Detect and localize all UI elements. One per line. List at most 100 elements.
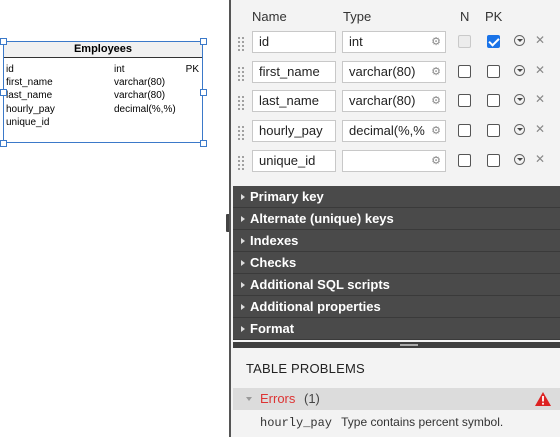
entity-column-name: hourly_pay	[6, 103, 55, 115]
nullable-checkbox[interactable]	[458, 35, 471, 48]
section-additional-sql-scripts[interactable]: Additional SQL scripts	[233, 274, 560, 296]
nullable-checkbox[interactable]	[458, 124, 471, 137]
section-checks[interactable]: Checks	[233, 252, 560, 274]
errors-label: Errors	[260, 391, 296, 406]
resize-handle-middle-right[interactable]	[200, 89, 207, 96]
gear-icon[interactable]: ⚙	[430, 125, 442, 137]
column-name-input[interactable]: hourly_pay	[252, 120, 336, 142]
columns-grid-header: Name Type N PK	[233, 0, 560, 27]
section-format[interactable]: Format	[233, 318, 560, 340]
caret-right-icon	[241, 193, 245, 200]
column-type-input[interactable]: ⚙	[342, 150, 446, 172]
section-primary-key[interactable]: Primary key	[233, 186, 560, 208]
primary-key-checkbox[interactable]	[487, 124, 500, 137]
entity-row: last_name varchar(80)	[4, 89, 202, 102]
nullable-checkbox[interactable]	[458, 94, 471, 107]
header-name: Name	[252, 9, 287, 24]
drag-handle-icon[interactable]	[237, 95, 245, 111]
gear-icon[interactable]: ⚙	[430, 155, 442, 167]
caret-right-icon	[241, 281, 245, 288]
column-row: hourly_pay decimal(%,% ⚙ ✕	[233, 118, 560, 148]
primary-key-checkbox[interactable]	[487, 35, 500, 48]
errors-group-header[interactable]: Errors (1)	[233, 388, 560, 410]
error-item[interactable]: hourly_pay Type contains percent symbol.	[260, 415, 503, 430]
close-icon[interactable]: ✕	[535, 122, 545, 136]
primary-key-checkbox[interactable]	[487, 94, 500, 107]
entity-column-name: last_name	[6, 90, 53, 102]
drag-handle-icon[interactable]	[237, 66, 245, 82]
entity-row: unique_id	[4, 116, 202, 129]
primary-key-checkbox[interactable]	[487, 154, 500, 167]
column-type-value: decimal(%,%	[349, 123, 425, 138]
column-name-input[interactable]: last_name	[252, 90, 336, 112]
error-message: Type contains percent symbol.	[341, 415, 504, 429]
close-icon[interactable]: ✕	[535, 63, 545, 77]
chevron-down-circle-icon[interactable]	[514, 154, 525, 165]
column-type-value: varchar(80)	[349, 93, 416, 108]
chevron-down-circle-icon[interactable]	[514, 124, 525, 135]
chevron-down-circle-icon[interactable]	[514, 65, 525, 76]
gear-icon[interactable]: ⚙	[430, 66, 442, 78]
close-icon[interactable]: ✕	[535, 92, 545, 106]
section-alternate-keys[interactable]: Alternate (unique) keys	[233, 208, 560, 230]
entity-column-name: first_name	[6, 77, 53, 89]
column-row: unique_id ⚙ ✕	[233, 148, 560, 178]
section-label: Format	[250, 321, 295, 336]
gear-icon[interactable]: ⚙	[430, 36, 442, 48]
nullable-checkbox[interactable]	[458, 154, 471, 167]
drag-handle-icon[interactable]	[237, 36, 245, 52]
resize-handle-bottom-right[interactable]	[200, 140, 207, 147]
entity-employees[interactable]: Employees id int PK first_name varchar(8…	[3, 41, 203, 143]
caret-right-icon	[241, 237, 245, 244]
column-type-value: int	[349, 34, 363, 49]
entity-row: hourly_pay decimal(%,%)	[4, 103, 202, 116]
drag-handle-icon[interactable]	[237, 125, 245, 141]
column-type-value: varchar(80)	[349, 64, 416, 79]
chevron-down-circle-icon[interactable]	[514, 94, 525, 105]
caret-right-icon	[241, 325, 245, 332]
entity-column-type: int	[114, 64, 125, 75]
entity-column-name: id	[6, 64, 14, 75]
gear-icon[interactable]: ⚙	[430, 95, 442, 107]
section-additional-properties[interactable]: Additional properties	[233, 296, 560, 318]
drag-handle-icon[interactable]	[237, 155, 245, 171]
warning-icon	[535, 392, 551, 406]
column-type-input[interactable]: varchar(80) ⚙	[342, 61, 446, 83]
section-indexes[interactable]: Indexes	[233, 230, 560, 252]
primary-key-checkbox[interactable]	[487, 65, 500, 78]
section-label: Indexes	[250, 233, 299, 248]
header-nullable: N	[460, 9, 470, 24]
chevron-down-circle-icon[interactable]	[514, 35, 525, 46]
column-type-input[interactable]: decimal(%,% ⚙	[342, 120, 446, 142]
errors-count: (1)	[304, 391, 320, 406]
section-label: Additional properties	[250, 299, 381, 314]
resize-handle-top-left[interactable]	[0, 38, 7, 45]
close-icon[interactable]: ✕	[535, 33, 545, 47]
close-icon[interactable]: ✕	[535, 152, 545, 166]
column-type-input[interactable]: varchar(80) ⚙	[342, 90, 446, 112]
diagram-canvas[interactable]: Employees id int PK first_name varchar(8…	[0, 0, 229, 437]
column-name-input[interactable]: id	[252, 31, 336, 53]
entity-column-type: decimal(%,%)	[114, 103, 176, 115]
problems-title: TABLE PROBLEMS	[246, 361, 365, 376]
error-column: hourly_pay	[260, 416, 333, 430]
caret-down-icon	[246, 397, 252, 401]
resize-handle-top-right[interactable]	[200, 38, 207, 45]
header-type: Type	[343, 9, 372, 24]
section-label: Alternate (unique) keys	[250, 211, 394, 226]
resize-handle-middle-left[interactable]	[0, 89, 7, 96]
column-name-input[interactable]: unique_id	[252, 150, 336, 172]
header-primary-key: PK	[485, 9, 503, 24]
table-problems-pane: TABLE PROBLEMS Errors (1) hourly_pay Typ…	[233, 348, 560, 437]
caret-right-icon	[241, 303, 245, 310]
column-type-input[interactable]: int ⚙	[342, 31, 446, 53]
column-row: id int ⚙ ✕	[233, 29, 560, 59]
column-name-input[interactable]: first_name	[252, 61, 336, 83]
section-label: Additional SQL scripts	[250, 277, 390, 292]
property-sections: Primary key Alternate (unique) keys Inde…	[233, 186, 560, 340]
caret-right-icon	[241, 215, 245, 222]
column-row: last_name varchar(80) ⚙ ✕	[233, 88, 560, 118]
entity-column-type: varchar(80)	[114, 77, 166, 89]
nullable-checkbox[interactable]	[458, 65, 471, 78]
resize-handle-bottom-left[interactable]	[0, 140, 7, 147]
